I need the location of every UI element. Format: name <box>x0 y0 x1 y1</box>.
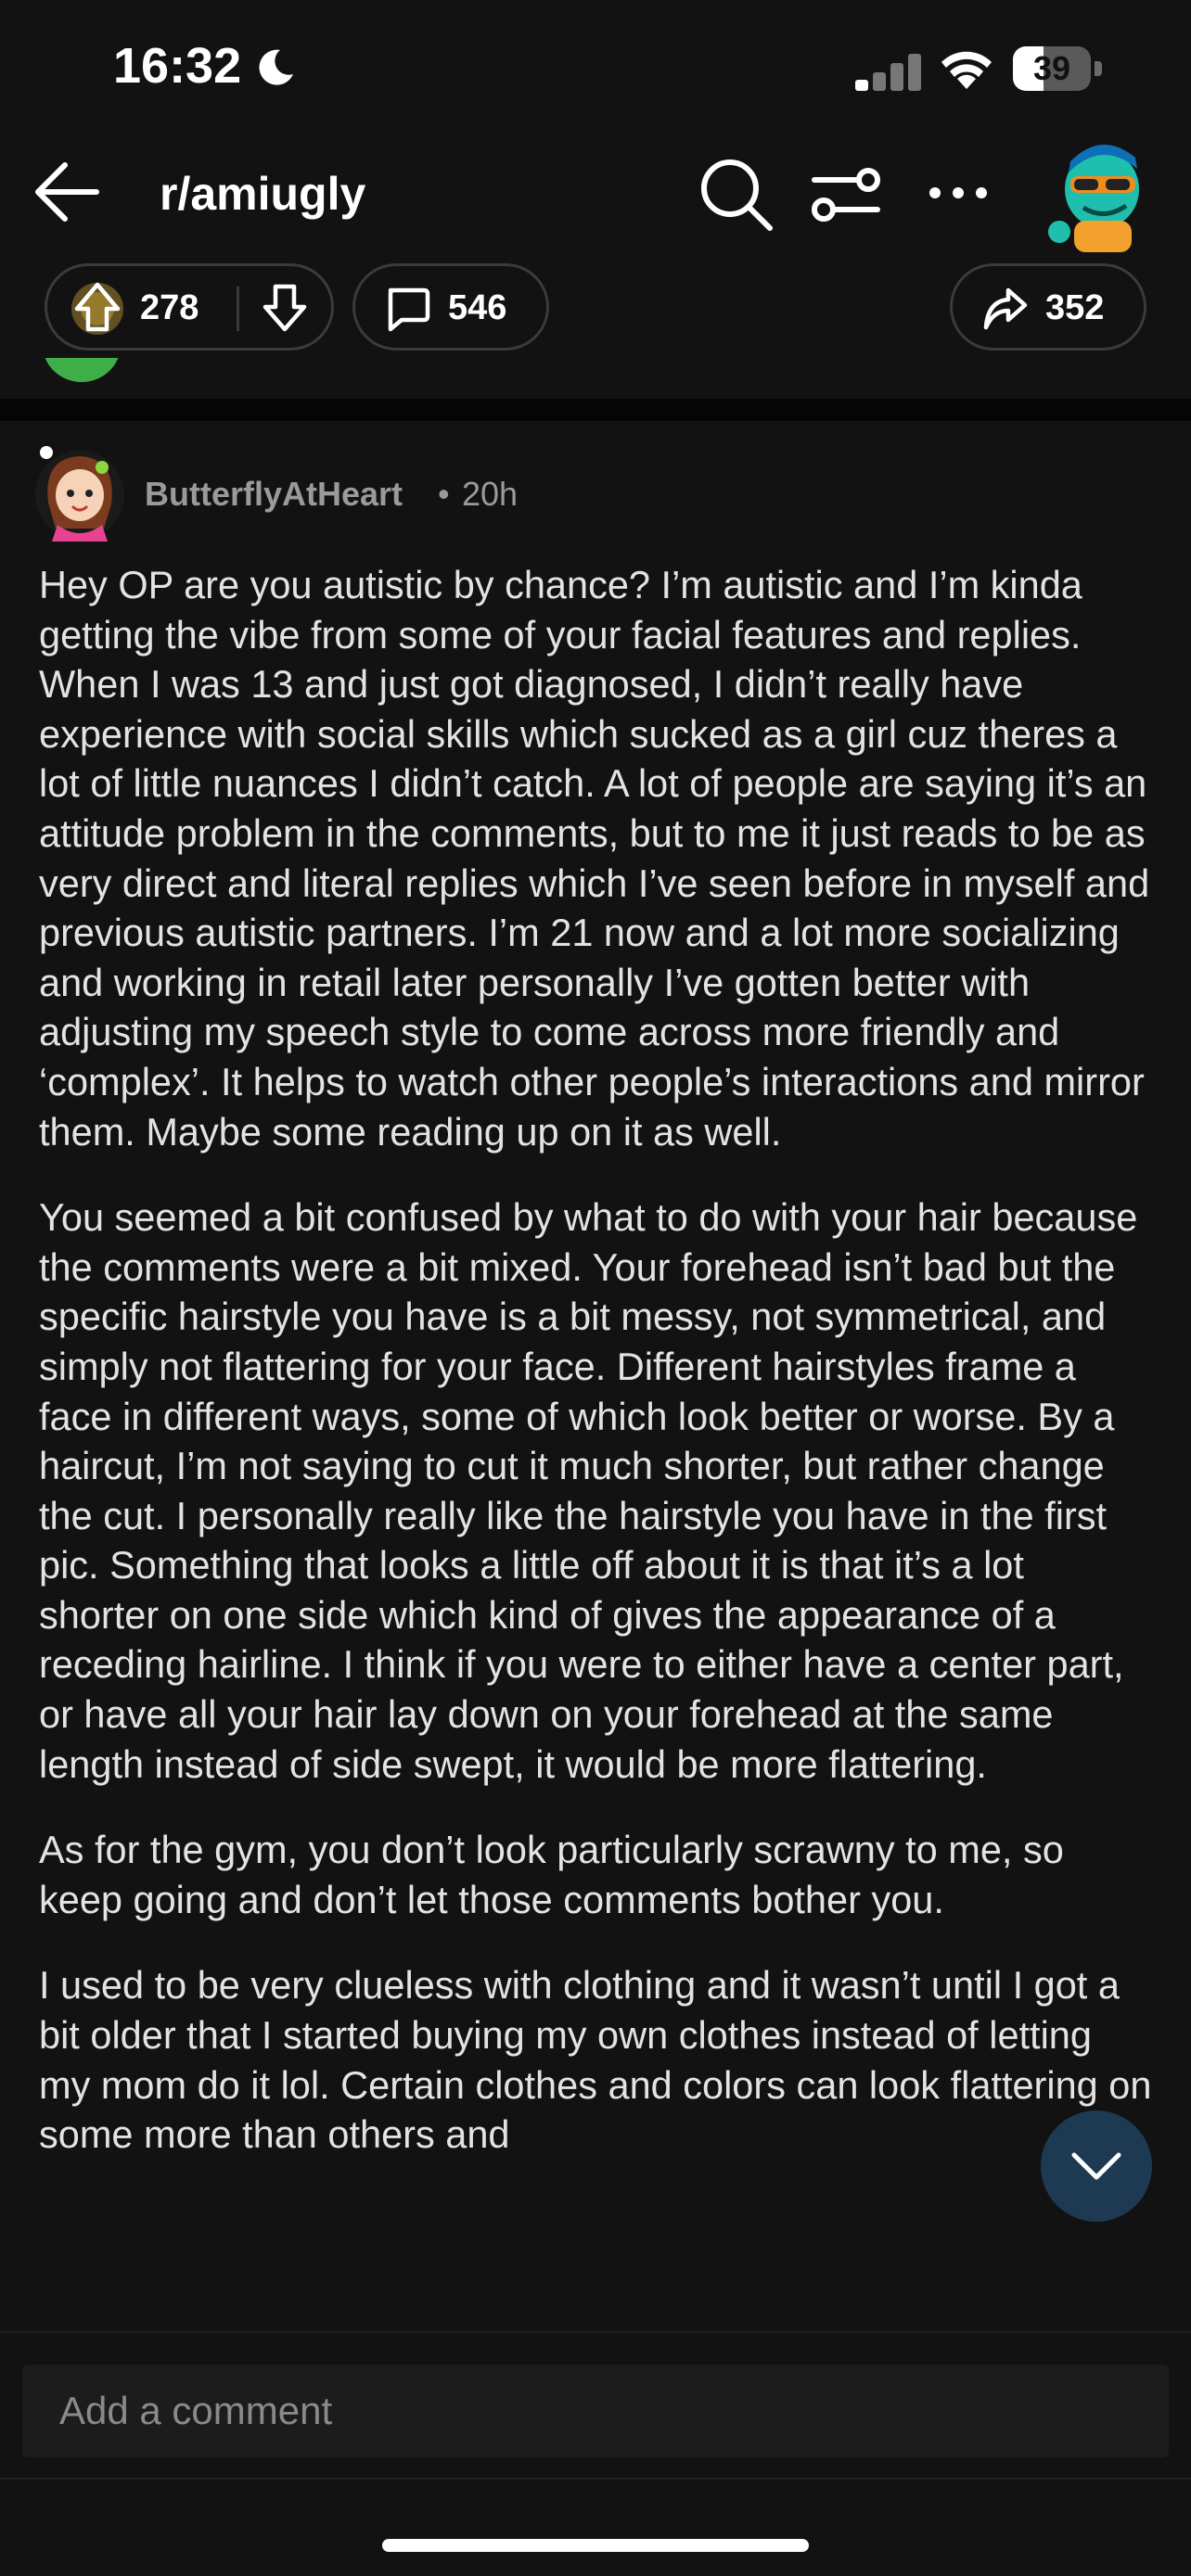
comment-paragraph: I used to be very clueless with clothing… <box>39 1963 1152 2157</box>
subreddit-title[interactable]: r/amiugly <box>160 167 365 221</box>
comment-input[interactable] <box>22 2365 1169 2457</box>
signal-icon <box>855 54 921 91</box>
vote-divider <box>237 287 239 331</box>
comment-divider <box>0 399 1191 421</box>
share-count: 352 <box>1045 288 1105 327</box>
battery-icon: 39 <box>1013 46 1102 91</box>
commenter-avatar[interactable] <box>33 440 126 542</box>
wifi-icon <box>937 48 996 91</box>
comments-button[interactable]: 546 <box>352 263 549 351</box>
previous-comment-avatar <box>43 358 121 386</box>
share-icon <box>980 285 1029 333</box>
filter-icon[interactable] <box>811 163 881 226</box>
moon-icon <box>256 48 295 87</box>
chevron-down-icon <box>1069 2146 1124 2187</box>
comment-author[interactable]: ButterflyAtHeart <box>145 475 403 514</box>
comment-icon <box>383 285 431 333</box>
more-icon[interactable] <box>928 176 989 210</box>
back-arrow-icon[interactable] <box>30 158 106 226</box>
comment-paragraph: You seemed a bit confused by what to do … <box>39 1195 1138 1786</box>
battery-percent: 39 <box>1032 49 1071 87</box>
composer-bottom-border <box>0 2478 1191 2480</box>
comment-paragraph: As for the gym, you don’t look particula… <box>39 1828 1064 1921</box>
comment-count: 546 <box>448 288 507 327</box>
upvote-count: 278 <box>140 288 199 327</box>
downvote-icon[interactable] <box>257 279 313 337</box>
comment-paragraph: Hey OP are you autistic by chance? I’m a… <box>39 563 1150 1154</box>
home-indicator[interactable] <box>382 2539 809 2552</box>
composer-top-border <box>0 2331 1191 2333</box>
comment-age: 20h <box>462 475 519 513</box>
upvote-icon[interactable] <box>68 275 127 340</box>
scroll-down-button[interactable] <box>1041 2111 1152 2222</box>
share-button[interactable]: 352 <box>950 263 1146 351</box>
search-icon[interactable] <box>698 156 775 234</box>
user-avatar[interactable] <box>1037 135 1154 252</box>
meta-separator: • <box>438 475 450 513</box>
vote-control: 278 <box>45 263 334 351</box>
comment-body: Hey OP are you autistic by chance? I’m a… <box>39 560 1152 2331</box>
status-time: 16:32 <box>113 38 242 94</box>
